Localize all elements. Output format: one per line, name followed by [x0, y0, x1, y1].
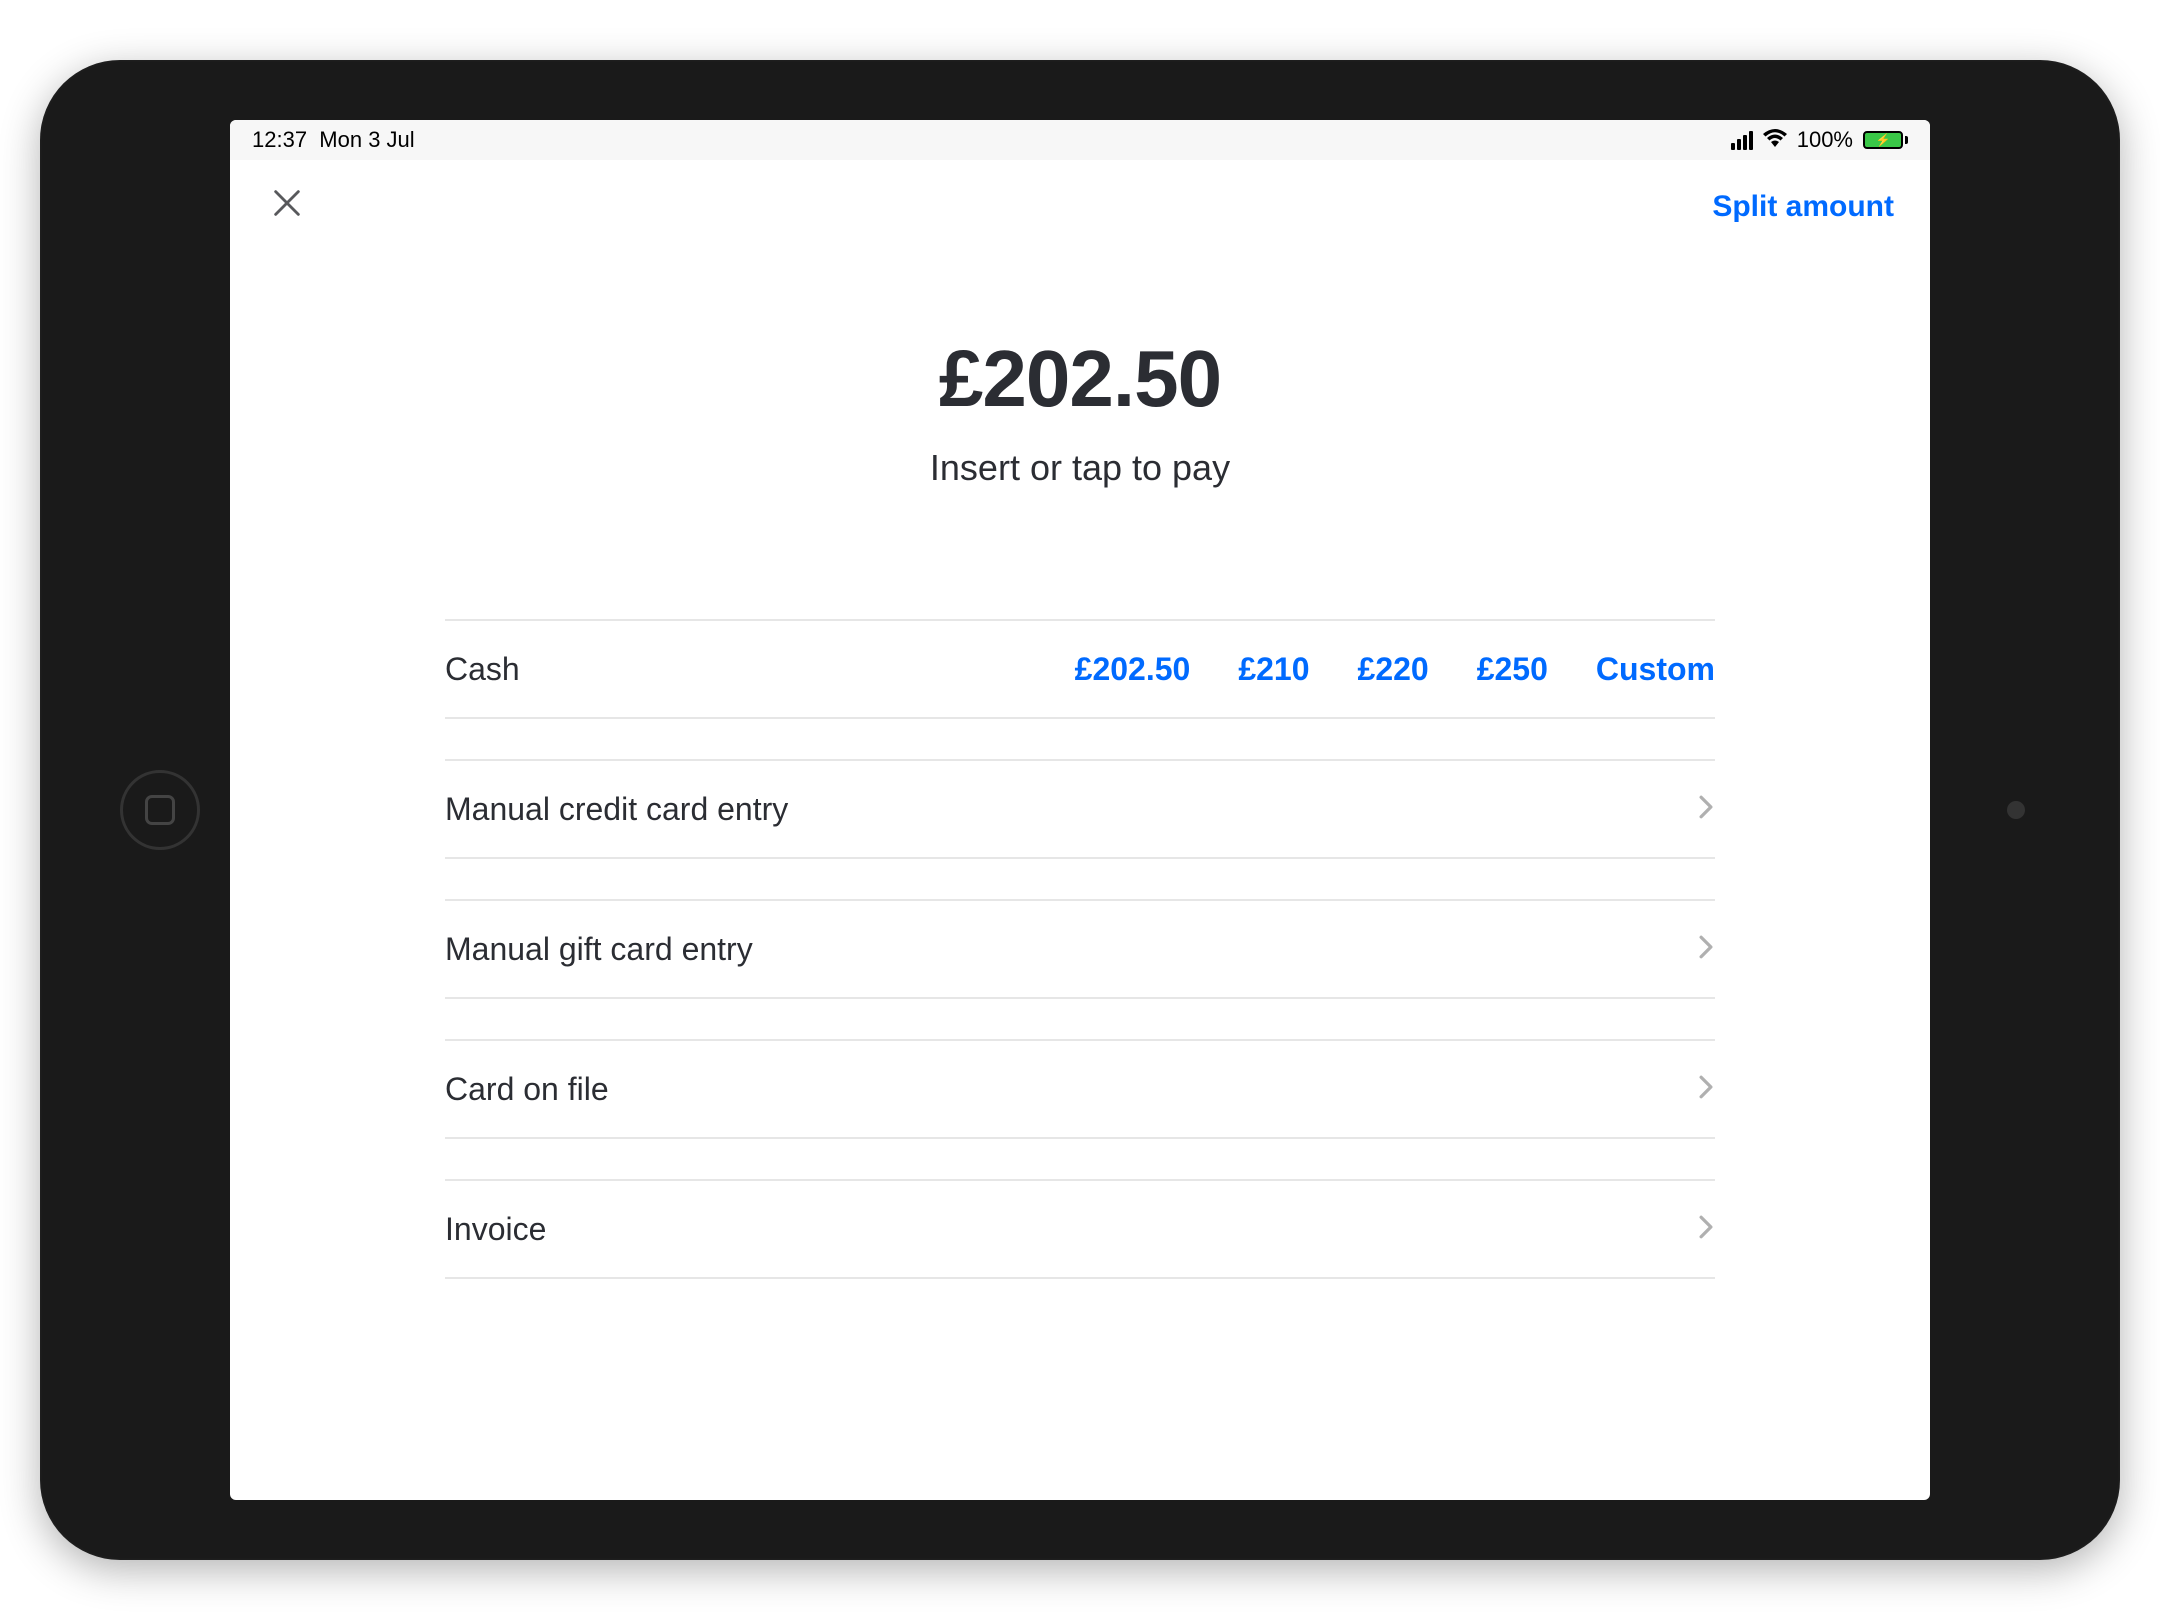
cash-label: Cash [445, 651, 520, 688]
battery-percent: 100% [1797, 127, 1853, 153]
front-camera [2007, 801, 2025, 819]
cash-option-custom[interactable]: Custom [1596, 651, 1715, 688]
invoice-label: Invoice [445, 1211, 546, 1248]
cash-option-3[interactable]: £250 [1477, 651, 1548, 688]
app-screen: 12:37 Mon 3 Jul 100% ⚡ [230, 120, 1930, 1500]
chevron-right-icon [1697, 1074, 1715, 1105]
manual-gift-label: Manual gift card entry [445, 931, 753, 968]
cash-option-2[interactable]: £220 [1358, 651, 1429, 688]
close-icon[interactable] [270, 186, 304, 227]
card-on-file-row[interactable]: Card on file [445, 1039, 1715, 1139]
manual-credit-card-row[interactable]: Manual credit card entry [445, 759, 1715, 859]
tablet-frame: 12:37 Mon 3 Jul 100% ⚡ [40, 60, 2120, 1560]
card-on-file-label: Card on file [445, 1071, 609, 1108]
status-date: Mon 3 Jul [319, 127, 414, 152]
content: £202.50 Insert or tap to pay Cash £202.5… [230, 253, 1930, 1500]
battery-icon: ⚡ [1863, 131, 1908, 149]
cash-row: Cash £202.50 £210 £220 £250 Custom [445, 619, 1715, 719]
pay-instruction: Insert or tap to pay [930, 447, 1230, 489]
status-right: 100% ⚡ [1731, 127, 1908, 153]
cash-option-1[interactable]: £210 [1238, 651, 1309, 688]
chevron-right-icon [1697, 794, 1715, 825]
cellular-signal-icon [1731, 131, 1753, 150]
chevron-right-icon [1697, 934, 1715, 965]
split-amount-button[interactable]: Split amount [1712, 190, 1894, 224]
wifi-icon [1763, 127, 1787, 153]
nav-bar: Split amount [230, 160, 1930, 253]
payment-methods-list: Cash £202.50 £210 £220 £250 Custom Manua… [445, 619, 1715, 1319]
cash-option-exact[interactable]: £202.50 [1075, 651, 1191, 688]
invoice-row[interactable]: Invoice [445, 1179, 1715, 1279]
status-time: 12:37 [252, 127, 307, 152]
manual-cc-label: Manual credit card entry [445, 791, 788, 828]
home-button-icon [145, 795, 175, 825]
manual-gift-card-row[interactable]: Manual gift card entry [445, 899, 1715, 999]
chevron-right-icon [1697, 1214, 1715, 1245]
total-amount: £202.50 [939, 333, 1221, 425]
status-time-date: 12:37 Mon 3 Jul [252, 127, 415, 153]
cash-amount-options: £202.50 £210 £220 £250 Custom [1075, 651, 1715, 688]
home-button[interactable] [120, 770, 200, 850]
status-bar: 12:37 Mon 3 Jul 100% ⚡ [230, 120, 1930, 160]
